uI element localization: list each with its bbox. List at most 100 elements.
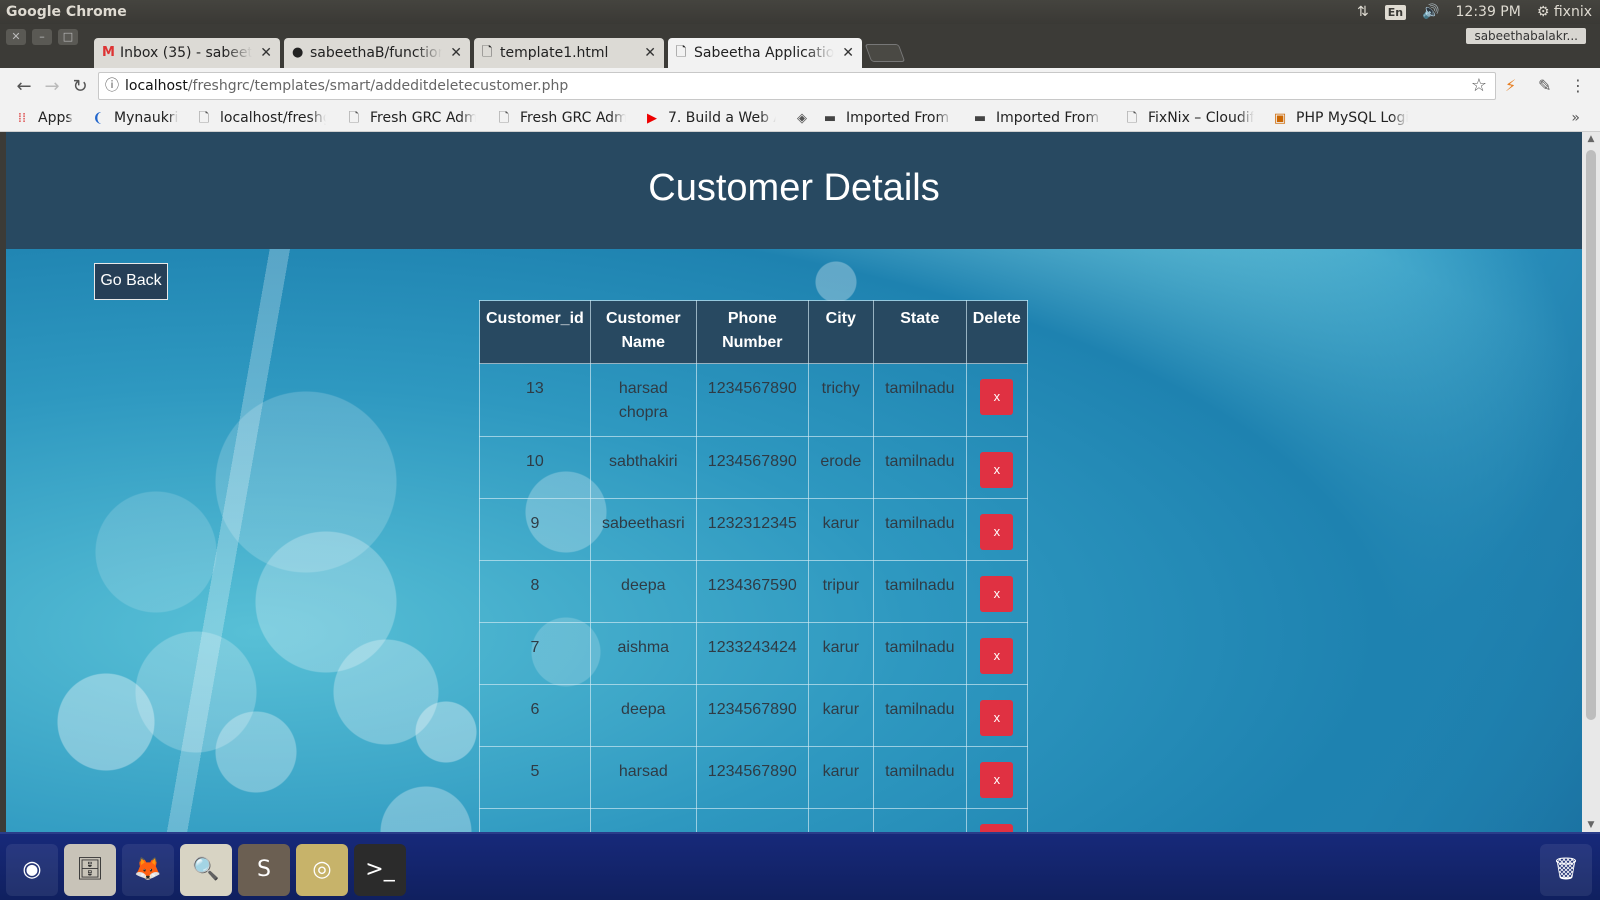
cell-customer-id: 5 (479, 746, 591, 809)
tab-close-icon[interactable]: ✕ (450, 38, 462, 68)
cell-customer-name: deepa (589, 684, 697, 747)
bookmark-mynaukri[interactable]: ❨ Mynaukri (90, 104, 190, 132)
page-scrollbar[interactable]: ▲ ▼ (1582, 132, 1600, 832)
page-icon: 🗋 (482, 45, 493, 60)
tab-close-icon[interactable]: ✕ (260, 38, 272, 68)
page-header: Customer Details (6, 132, 1582, 249)
cell-customer-id: 9 (479, 498, 591, 561)
tab-sabeetha-application[interactable]: 🗋 Sabeetha Application ✕ (668, 38, 862, 69)
table-row: 6 deepa 1234567890 karur tamilnadu x (479, 684, 1028, 747)
cell-phone-number: 1234567890 (695, 363, 809, 437)
info-icon[interactable]: ⓘ (105, 73, 119, 99)
page-viewport: Customer Details Go Back Customer_id Cus… (6, 132, 1582, 832)
bookmark-build-web-app[interactable]: ▶7. Build a Web App (644, 104, 784, 132)
new-tab-button[interactable] (864, 44, 906, 62)
page-icon: 🗋 (676, 45, 687, 60)
tab-template[interactable]: 🗋 template1.html ✕ (474, 38, 664, 68)
forward-arrow-icon[interactable]: → (38, 76, 66, 97)
php-icon: ▣ (1273, 111, 1287, 126)
cell-phone-number: 1234567890 (695, 746, 809, 809)
cell-phone-number: 1233243424 (695, 622, 809, 685)
delete-row-button[interactable]: x (980, 700, 1014, 736)
cell-delete: x (965, 622, 1028, 685)
go-back-button[interactable]: Go Back (94, 263, 168, 300)
session-menu[interactable]: ⚙ fixnix (1537, 4, 1592, 20)
window-minimize-button[interactable]: – (32, 29, 52, 45)
cell-state: tamilnadu (872, 622, 967, 685)
bookmark-fresh-grc-admin-1[interactable]: 🗋Fresh GRC Admin (346, 104, 484, 132)
window-maximize-button[interactable]: □ (58, 29, 78, 45)
tab-label: template1.html (500, 45, 609, 61)
terminal-icon[interactable]: >_ (354, 844, 406, 896)
files-icon[interactable]: 🗄 (64, 844, 116, 896)
delete-row-button[interactable]: x (980, 379, 1014, 415)
delete-row-button[interactable]: x (980, 576, 1014, 612)
cell-customer-id: 6 (479, 684, 591, 747)
cell-phone-number: 1234367590 (695, 560, 809, 623)
cell-delete: x (965, 498, 1028, 561)
delete-row-button[interactable]: x (980, 452, 1014, 488)
bookmark-star-icon[interactable]: ☆ (1471, 73, 1487, 99)
keyboard-layout-indicator[interactable]: En (1384, 4, 1407, 20)
bookmark-php-mysql-login[interactable]: ▣ PHP MySQL Login (1272, 104, 1420, 132)
cell-state: tamilnadu (872, 684, 967, 747)
chrome-icon[interactable]: ◎ (296, 844, 348, 896)
bookmark-imported-from-firefox-1[interactable]: ▬Imported From Firefox (822, 104, 962, 132)
sublime-text-icon[interactable]: S (238, 844, 290, 896)
chrome-menu-icon[interactable]: ⋮ (1570, 76, 1586, 95)
cell-city: erode (807, 436, 874, 499)
column-header-customer-name: Customer Name (589, 300, 697, 364)
cell-delete (965, 808, 1028, 832)
extension-puzzle-icon[interactable]: ✎ (1538, 76, 1551, 95)
page-icon: 🗋 (1126, 111, 1138, 126)
ubuntu-dash-icon[interactable]: ◉ (6, 844, 58, 896)
clock[interactable]: 12:39 PM (1456, 4, 1521, 20)
cell-city: karur (807, 498, 874, 561)
bookmark-diamond[interactable]: ◈ (794, 104, 814, 132)
tab-close-icon[interactable]: ✕ (644, 38, 656, 68)
scroll-up-arrow-icon[interactable]: ▲ (1582, 134, 1600, 144)
panel-indicators: ⇅ En 🔊 12:39 PM ⚙ fixnix (1357, 4, 1600, 20)
cell-customer-name: aishma (589, 622, 697, 685)
system-top-panel: Google Chrome ⇅ En 🔊 12:39 PM ⚙ fixnix (0, 0, 1600, 24)
trash-icon[interactable]: 🗑 (1540, 844, 1592, 896)
table-row: 7 aishma 1233243424 karur tamilnadu x (479, 622, 1028, 685)
cell-customer-name: harsad chopra (589, 363, 697, 437)
page-icon: 🗋 (348, 111, 360, 126)
cell-customer-name: harsad (589, 746, 697, 809)
volume-icon[interactable]: 🔊 (1422, 4, 1439, 20)
extension-icon[interactable]: ⚡ (1505, 76, 1516, 95)
address-bar[interactable]: ⓘ localhost/freshgrc/templates/smart/add… (98, 72, 1496, 100)
network-icon[interactable]: ⇅ (1357, 4, 1369, 20)
firefox-icon[interactable]: 🦊 (122, 844, 174, 896)
youtube-icon: ▶ (647, 111, 657, 126)
bookmark-fresh-grc-admin-2[interactable]: 🗋Fresh GRC Admin (496, 104, 634, 132)
tab-close-icon[interactable]: ✕ (842, 38, 854, 68)
window-close-button[interactable]: ✕ (6, 29, 26, 45)
bookmark-imported-from-firefox-2[interactable]: ▬Imported From Firefox (972, 104, 1112, 132)
tab-strip: ✕ – □ M Inbox (35) - sabeetha ✕ ● sabeet… (0, 24, 1600, 69)
scrollbar-thumb[interactable] (1586, 150, 1596, 720)
column-header-state: State (872, 300, 967, 364)
tab-github[interactable]: ● sabeethaB/functional ✕ (284, 38, 470, 68)
table-row: 13 harsad chopra 1234567890 trichy tamil… (479, 363, 1028, 437)
cell-customer-name: sabthakiri (589, 436, 697, 499)
bookmarks-overflow-icon[interactable]: » (1571, 104, 1580, 132)
tab-inbox[interactable]: M Inbox (35) - sabeetha ✕ (94, 38, 280, 68)
back-arrow-icon[interactable]: ← (10, 76, 38, 97)
bookmark-fixnix-cloudify[interactable]: 🗋 FixNix – Cloudify (1124, 104, 1262, 132)
reload-icon[interactable]: ↻ (66, 76, 94, 97)
delete-row-button[interactable]: x (980, 514, 1014, 550)
cell-city: tripur (807, 560, 874, 623)
bookmark-localhost[interactable]: 🗋localhost/freshgrc (196, 104, 334, 132)
cell-city: karur (807, 622, 874, 685)
image-viewer-icon[interactable]: 🔍 (180, 844, 232, 896)
profile-button[interactable]: sabeethabalakr... (1466, 28, 1586, 44)
bookmark-apps[interactable]: ⁞⁞ Apps (14, 104, 84, 132)
delete-row-button[interactable]: x (980, 762, 1014, 798)
page-icon: 🗋 (198, 111, 210, 126)
delete-row-button[interactable] (980, 824, 1014, 832)
scroll-down-arrow-icon[interactable]: ▼ (1582, 820, 1600, 830)
folder-icon: ▬ (823, 111, 837, 126)
delete-row-button[interactable]: x (980, 638, 1014, 674)
